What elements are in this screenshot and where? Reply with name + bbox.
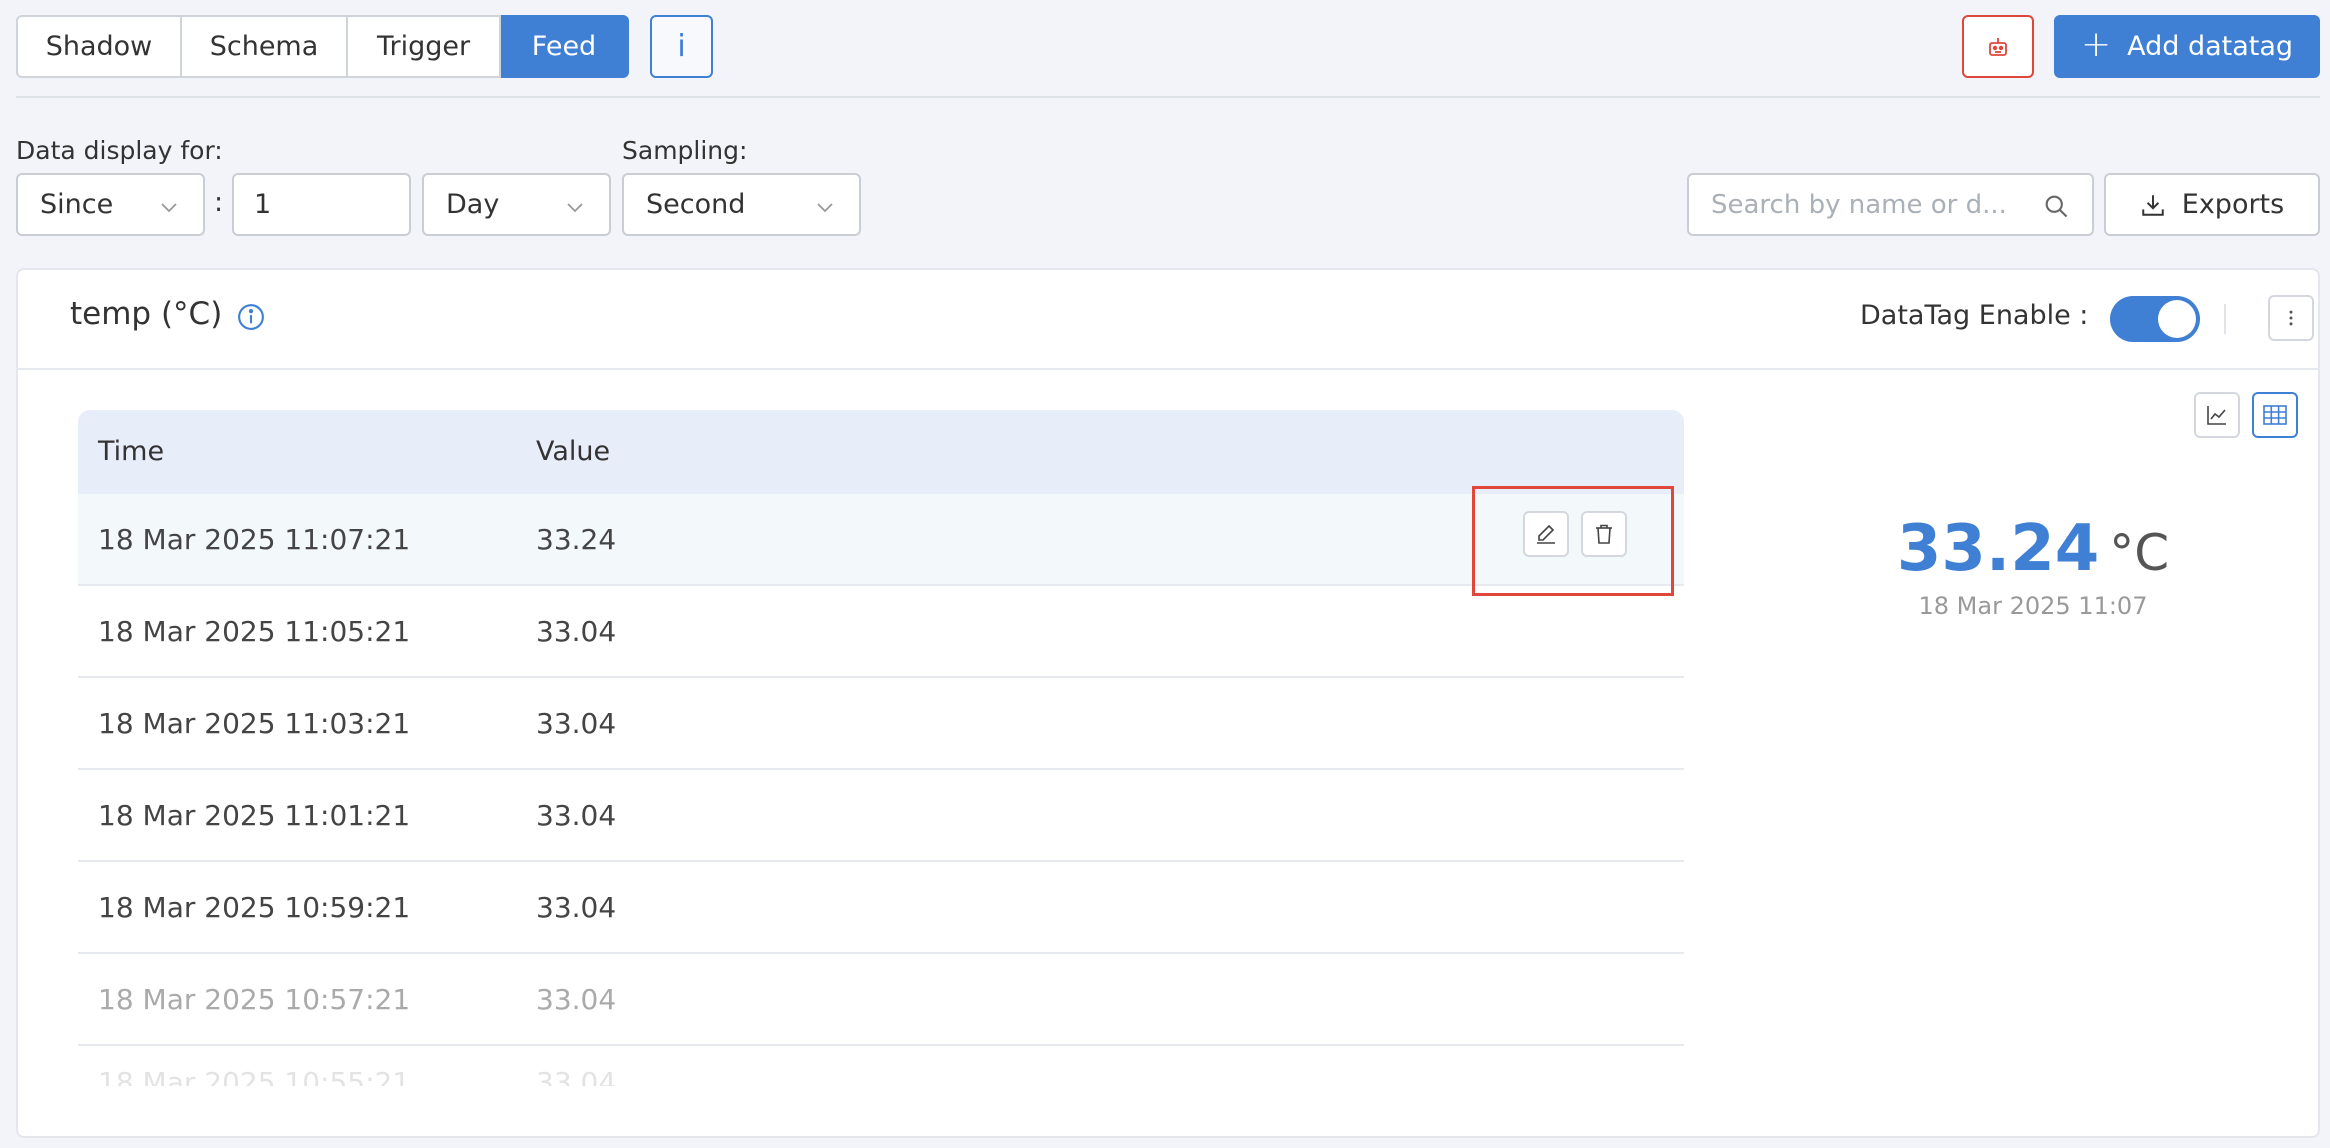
toggle-knob <box>2158 300 2196 338</box>
table-row[interactable]: 18 Mar 2025 11:05:21 33.04 <box>78 586 1684 678</box>
row-time: 18 Mar 2025 10:57:21 <box>98 983 411 1016</box>
table-row[interactable]: 18 Mar 2025 10:59:21 33.04 <box>78 862 1684 954</box>
more-options-button[interactable] <box>2268 295 2314 341</box>
row-actions-highlight <box>1472 486 1674 596</box>
line-chart-view-button[interactable] <box>2194 392 2240 438</box>
pencil-icon <box>1537 524 1555 544</box>
tab-group: Shadow Schema Trigger Feed <box>16 15 629 78</box>
chevron-down-icon <box>817 203 833 213</box>
latest-reading: 33.24 °C 18 Mar 2025 11:07 <box>1718 512 2330 620</box>
row-time: 18 Mar 2025 11:01:21 <box>98 799 411 832</box>
plus-icon: + <box>2080 23 2112 65</box>
edit-button[interactable] <box>1523 511 1569 557</box>
more-vertical-icon <box>2289 310 2293 326</box>
tab-schema[interactable]: Schema <box>182 15 348 78</box>
add-datatag-label: Add datatag <box>2127 31 2294 62</box>
unit-select[interactable]: Day <box>422 173 611 236</box>
latest-timestamp: 18 Mar 2025 11:07 <box>1918 592 2148 620</box>
add-datatag-button[interactable]: + Add datatag <box>2054 15 2320 78</box>
row-time: 18 Mar 2025 11:05:21 <box>98 615 411 648</box>
sampling-label: Sampling: <box>622 136 748 165</box>
latest-value: 33.24 <box>1896 512 2100 586</box>
table-header: Time Value <box>78 410 1684 494</box>
row-time: 18 Mar 2025 11:07:21 <box>98 523 411 556</box>
table-row[interactable]: 18 Mar 2025 10:57:21 33.04 <box>78 954 1684 1046</box>
data-display-label: Data display for: <box>16 136 223 165</box>
info-button[interactable]: i <box>650 15 713 78</box>
robot-button[interactable] <box>1962 15 2034 78</box>
table-grid-icon <box>2263 405 2287 425</box>
datatag-enable-toggle[interactable] <box>2110 296 2200 342</box>
row-time: 18 Mar 2025 10:59:21 <box>98 891 411 924</box>
table-row[interactable]: 18 Mar 2025 11:03:21 33.04 <box>78 678 1684 770</box>
amount-input[interactable]: 1 <box>232 173 411 236</box>
download-icon <box>2142 194 2164 216</box>
datatag-title: temp (°C) <box>70 296 223 332</box>
table-row[interactable]: 18 Mar 2025 10:55:21 33.04 <box>78 1046 1684 1086</box>
row-time: 18 Mar 2025 10:55:21 <box>98 1066 411 1086</box>
header-divider <box>2224 304 2226 334</box>
row-value: 33.04 <box>536 1066 617 1086</box>
feed-table: Time Value 18 Mar 2025 11:07:21 33.24 18… <box>78 410 1684 1086</box>
row-value: 33.04 <box>536 799 617 832</box>
column-header-value: Value <box>536 436 611 467</box>
column-header-time: Time <box>98 436 165 467</box>
line-chart-icon <box>2207 406 2226 425</box>
tab-feed[interactable]: Feed <box>501 15 629 78</box>
top-divider <box>16 96 2320 98</box>
datatag-enable-label: DataTag Enable : <box>1860 300 2089 331</box>
latest-unit: °C <box>2109 524 2170 582</box>
table-row[interactable]: 18 Mar 2025 11:01:21 33.04 <box>78 770 1684 862</box>
tab-shadow[interactable]: Shadow <box>16 15 182 78</box>
row-value: 33.04 <box>536 983 617 1016</box>
sampling-select[interactable]: Second <box>622 173 861 236</box>
chevron-down-icon <box>161 203 177 213</box>
since-select[interactable]: Since <box>16 173 205 236</box>
search-placeholder: Search by name or d... <box>1711 189 2007 220</box>
since-value: Since <box>40 189 114 220</box>
table-row[interactable]: 18 Mar 2025 11:07:21 33.24 <box>78 486 1684 596</box>
row-value: 33.04 <box>536 891 617 924</box>
search-icon <box>2045 195 2068 218</box>
tab-trigger[interactable]: Trigger <box>348 15 501 78</box>
info-circle-icon[interactable] <box>236 302 266 332</box>
robot-icon <box>1989 37 2007 56</box>
range-separator: : <box>214 187 224 218</box>
exports-label: Exports <box>2181 189 2285 220</box>
row-value: 33.04 <box>536 615 617 648</box>
chevron-down-icon <box>567 203 583 213</box>
row-value: 33.24 <box>536 523 617 556</box>
exports-button[interactable]: Exports <box>2104 173 2320 236</box>
table-view-button[interactable] <box>2252 392 2298 438</box>
search-input[interactable]: Search by name or d... <box>1687 173 2094 236</box>
sampling-value: Second <box>646 189 746 220</box>
row-value: 33.04 <box>536 707 617 740</box>
delete-button[interactable] <box>1581 511 1627 557</box>
top-bar: Shadow Schema Trigger Feed i + Add datat… <box>16 15 2320 78</box>
panel-header: temp (°C) DataTag Enable : <box>18 270 2318 370</box>
unit-value: Day <box>446 189 500 220</box>
datatag-panel: temp (°C) DataTag Enable : Time Value 18… <box>16 268 2320 1138</box>
trash-icon <box>1596 524 1612 544</box>
row-time: 18 Mar 2025 11:03:21 <box>98 707 411 740</box>
